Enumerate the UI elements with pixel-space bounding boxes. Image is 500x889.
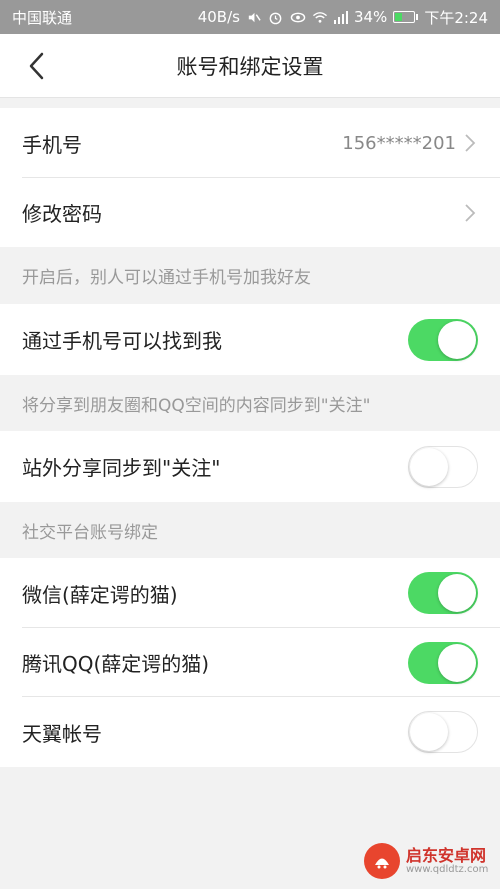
battery-icon — [393, 11, 419, 23]
tianyi-binding-toggle[interactable] — [408, 711, 478, 753]
social-binding-note: 社交平台账号绑定 — [0, 502, 500, 558]
sync-share-label: 站外分享同步到"关注" — [22, 456, 221, 480]
wifi-icon — [312, 9, 328, 25]
eye-icon — [290, 9, 306, 25]
phone-value: 156*****201 — [342, 132, 456, 154]
status-icons: 40B/s 34% 下午2:24 — [198, 7, 488, 28]
page-title: 账号和绑定设置 — [176, 54, 324, 79]
watermark-logo-icon — [364, 843, 400, 879]
toggle-knob — [410, 713, 448, 751]
tianyi-binding-row: 天翼帐号 — [0, 697, 500, 767]
section-gap — [0, 98, 500, 108]
chevron-right-icon — [464, 133, 478, 153]
wechat-binding-label: 微信(薛定谔的猫) — [22, 582, 178, 607]
watermark: 启东安卓网 www.qdldtz.com — [364, 839, 492, 883]
back-button[interactable] — [18, 48, 54, 84]
watermark-name: 启东安卓网 — [406, 845, 487, 865]
change-password-row[interactable]: 修改密码 — [0, 178, 500, 247]
phone-label: 手机号 — [22, 132, 82, 157]
toggle-knob — [410, 447, 448, 486]
find-by-phone-toggle[interactable] — [408, 318, 478, 361]
find-by-phone-note: 开启后，别人可以通过手机号加我好友 — [0, 247, 500, 304]
battery-percent: 34% — [353, 8, 388, 26]
sync-share-note: 将分享到朋友圈和QQ空间的内容同步到"关注" — [0, 375, 500, 431]
wechat-binding-row: 微信(薛定谔的猫) — [0, 558, 500, 628]
watermark-url: www.qdldtz.com — [406, 864, 489, 876]
wechat-binding-toggle[interactable] — [408, 572, 478, 614]
tianyi-binding-label: 天翼帐号 — [22, 721, 102, 746]
chevron-left-icon — [29, 52, 44, 80]
find-by-phone-row: 通过手机号可以找到我 — [0, 304, 500, 375]
clock: 下午2:24 — [424, 8, 488, 27]
toggle-knob — [438, 643, 476, 682]
mute-icon — [246, 9, 262, 25]
chevron-right-icon — [464, 203, 478, 223]
qq-binding-label: 腾讯QQ(薛定谔的猫) — [22, 652, 210, 676]
change-password-label: 修改密码 — [22, 202, 102, 226]
signal-icon — [333, 10, 348, 24]
status-bar: 中国联通 40B/s 34% 下午2:24 — [0, 0, 500, 34]
nav-bar: 账号和绑定设置 — [0, 34, 500, 98]
net-speed: 40B/s — [197, 8, 240, 26]
qq-binding-row: 腾讯QQ(薛定谔的猫) — [0, 628, 500, 697]
phone-row[interactable]: 手机号 156*****201 — [0, 108, 500, 178]
sync-share-toggle[interactable] — [408, 445, 478, 488]
carrier-label: 中国联通 — [12, 8, 73, 27]
alarm-icon — [268, 9, 284, 25]
qq-binding-toggle[interactable] — [408, 641, 478, 684]
toggle-knob — [438, 574, 476, 612]
sync-share-row: 站外分享同步到"关注" — [0, 431, 500, 502]
toggle-knob — [438, 320, 476, 359]
find-by-phone-label: 通过手机号可以找到我 — [22, 329, 222, 353]
